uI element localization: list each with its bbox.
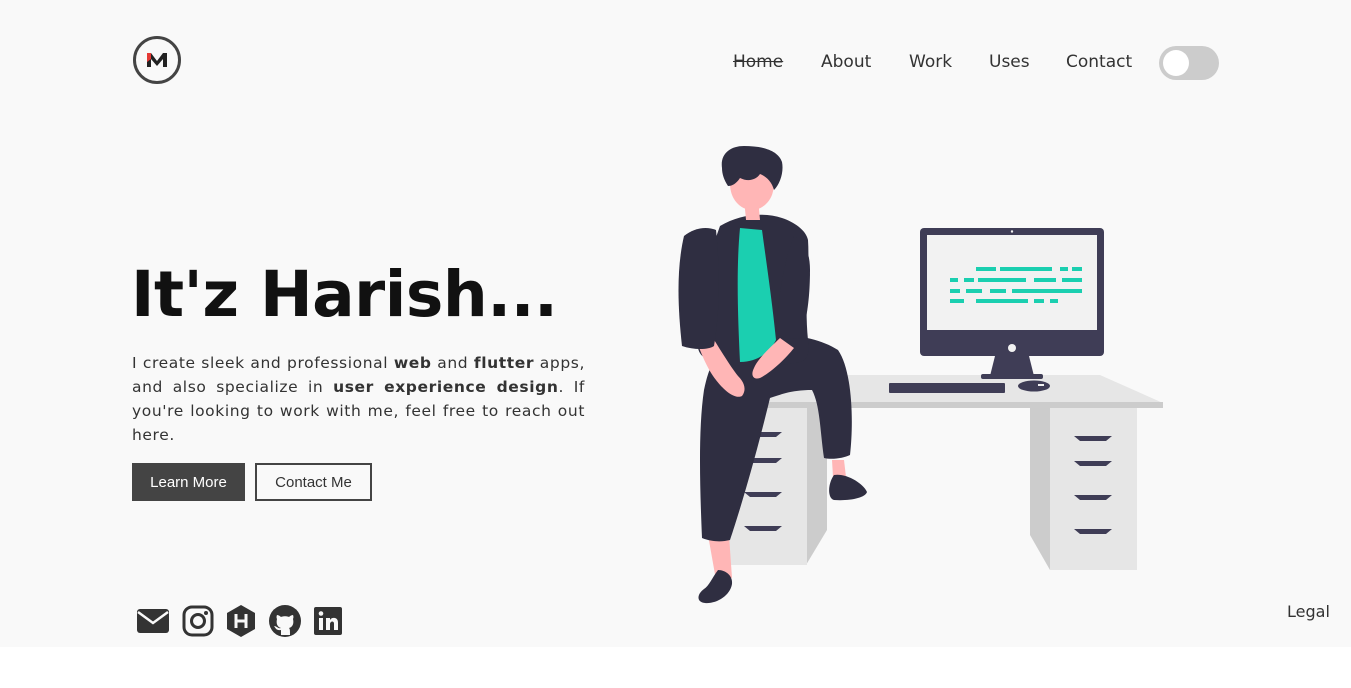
desc-bold-ux: user experience design [333,378,559,396]
page-background: M Home About Work Uses Contact It'z Hari… [0,0,1351,647]
hero-title: It'z Harish... [131,258,558,331]
hashnode-icon[interactable] [224,604,258,638]
nav-work[interactable]: Work [909,52,952,72]
hero-description: I create sleek and professional web and … [132,351,585,447]
github-icon[interactable] [268,604,302,638]
developer-desk-illustration [678,146,1163,604]
logo-mark-icon: M [147,53,167,67]
legal-link[interactable]: Legal [1287,602,1330,621]
nav-about[interactable]: About [821,52,871,72]
contact-me-button[interactable]: Contact Me [255,463,372,501]
nav-contact[interactable]: Contact [1066,52,1132,72]
mail-icon[interactable] [136,604,170,638]
nav-uses[interactable]: Uses [989,52,1030,72]
desc-bold-flutter: flutter [473,354,535,372]
desc-text-1: I create sleek and professional [132,354,394,372]
theme-toggle[interactable] [1159,46,1219,80]
site-logo[interactable]: M [133,36,181,84]
desc-text-2: and [431,354,474,372]
learn-more-button[interactable]: Learn More [132,463,245,501]
toggle-knob [1163,50,1189,76]
instagram-icon[interactable] [181,604,215,638]
desc-bold-web: web [393,354,432,372]
nav-home[interactable]: Home [733,52,783,72]
linkedin-icon[interactable] [311,604,345,638]
